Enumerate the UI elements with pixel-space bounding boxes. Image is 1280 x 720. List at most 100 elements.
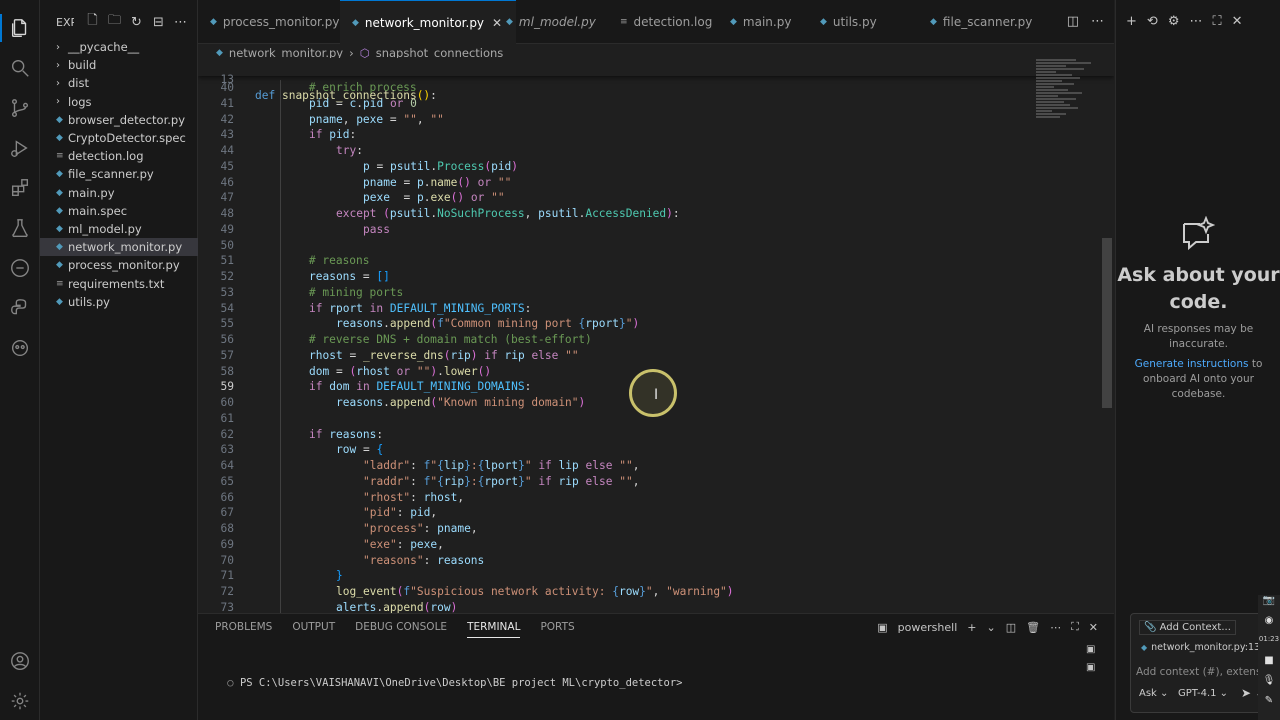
microphone-icon[interactable]: 🎙 [1258,675,1280,695]
panel-tab[interactable]: PORTS [540,621,574,638]
stop-icon[interactable]: ■ [1258,655,1280,675]
code-line[interactable]: 65 "raddr": f"{rip}:{rport}" if rip else… [198,474,1098,490]
code-line[interactable]: 49 pass [198,222,1098,238]
explorer-icon[interactable] [0,8,40,48]
code-line[interactable]: 57 rhost = _reverse_dns(rip) if rip else… [198,348,1098,364]
explorer-item[interactable]: ◆ network_monitor.py [40,238,198,257]
trash-icon[interactable]: 🗑 [1026,621,1040,634]
code-line[interactable]: 62 if reasons: [198,427,1098,443]
code-line[interactable]: 70 "reasons": reasons [198,553,1098,569]
record-icon[interactable]: ◉ [1258,615,1280,635]
explorer-item[interactable]: ◆ main.spec [40,202,198,220]
explorer-item[interactable]: ≡ requirements.txt [40,274,198,292]
terminal-instance-icon[interactable]: ▣ [1086,662,1104,680]
account-icon[interactable] [0,641,40,681]
editor-tab[interactable]: ≡ detection.log [608,0,726,44]
history-icon[interactable]: ⟲ [1147,14,1158,29]
code-line[interactable]: 47 pexe = p.exe() or "" [198,190,1098,206]
chevron-down-icon[interactable]: ⌄ [986,621,995,634]
new-chat-icon[interactable]: + [1126,14,1137,29]
chat-input-placeholder[interactable]: Add context (#), extensions [1136,666,1266,678]
code-line[interactable]: 55 reasons.append(f"Common mining port {… [198,316,1098,332]
explorer-item[interactable]: › dist [40,74,198,92]
code-editor[interactable]: 40 # enrich process 41 pid = c.pid or 0 42… [198,58,1114,613]
maximize-panel-icon[interactable]: ⛶ [1071,620,1079,634]
code-line[interactable]: 56 # reverse DNS + domain match (best-ef… [198,332,1098,348]
panel-tab[interactable]: OUTPUT [292,621,335,638]
explorer-item[interactable]: ◆ file_scanner.py [40,165,198,183]
editor-tab[interactable]: ◆ process_monitor.py [198,0,353,44]
editor-tab[interactable]: ◆ file_scanner.py [918,0,1046,44]
code-line[interactable]: 42 pname, pexe = "", "" [198,112,1098,128]
source-control-icon[interactable] [0,88,40,128]
editor-tab[interactable]: ◆ utils.py [808,0,891,44]
code-line[interactable]: 53 # mining ports [198,285,1098,301]
code-line[interactable]: 51 # reasons [198,253,1098,269]
code-line[interactable]: 63 row = { [198,442,1098,458]
chat-model-select[interactable]: GPT-4.1 ⌄ [1178,688,1228,699]
panel-tab[interactable]: TERMINAL [467,621,521,638]
minimap[interactable] [1036,58,1096,168]
panel-tab[interactable]: DEBUG CONSOLE [355,621,447,638]
code-line[interactable]: 66 "rhost": rhost, [198,490,1098,506]
sticky-scroll-header[interactable]: 13 def snapshot_connections(): [198,58,1114,102]
code-line[interactable]: 46 pname = p.name() or "" [198,175,1098,191]
more-actions-icon[interactable]: ⋯ [172,14,189,31]
explorer-item[interactable]: ◆ main.py [40,184,198,202]
new-terminal-icon[interactable]: + [967,621,976,634]
code-line[interactable]: 73 alerts.append(row) [198,600,1098,613]
new-file-icon[interactable]: 🗋 [84,13,101,31]
pen-icon[interactable]: ✎ [1258,695,1280,715]
terminal-prompt[interactable]: ○ PS C:\Users\VAISHANAVI\OneDrive\Deskto… [202,665,682,701]
refresh-icon[interactable]: ↻ [128,14,145,31]
context-file-chip[interactable]: ◆ network_monitor.py:13... [1141,642,1269,653]
extensions-icon[interactable] [0,168,40,208]
more-actions-icon[interactable]: ⋯ [1189,14,1202,29]
code-line[interactable]: 67 "pid": pid, [198,505,1098,521]
editor-tab[interactable]: ◆ main.py [718,0,805,44]
split-editor-icon[interactable]: ◫ [1067,14,1079,29]
chat-mode-select[interactable]: Ask ⌄ [1139,688,1168,699]
settings-gear-icon[interactable] [0,681,40,720]
generate-instructions-link[interactable]: Generate instructions [1135,358,1249,370]
editor-tab[interactable]: ◆ ml_model.py [494,0,610,44]
code-line[interactable]: 54 if rport in DEFAULT_MINING_PORTS: [198,301,1098,317]
code-line[interactable]: 71 } [198,568,1098,584]
terminal-shell-label[interactable]: powershell [898,621,958,634]
explorer-item[interactable]: ◆ browser_detector.py [40,111,198,129]
remote-explorer-icon[interactable] [0,328,40,368]
explorer-item[interactable]: › logs [40,93,198,111]
more-actions-icon[interactable]: ⋯ [1050,621,1061,634]
close-icon[interactable]: ✕ [1232,14,1243,29]
code-line[interactable]: 43 if pid: [198,127,1098,143]
code-line[interactable]: 45 p = psutil.Process(pid) [198,159,1098,175]
run-debug-icon[interactable] [0,128,40,168]
search-icon[interactable] [0,48,40,88]
explorer-item[interactable]: ≡ detection.log [40,147,198,165]
code-line[interactable]: 64 "laddr": f"{lip}:{lport}" if lip else… [198,458,1098,474]
code-line[interactable]: 52 reasons = [] [198,269,1098,285]
terminal-instance-icon[interactable]: ▣ [1086,644,1104,662]
close-icon[interactable]: ✕ [1089,621,1098,634]
explorer-item[interactable]: ◆ process_monitor.py [40,256,198,274]
code-line[interactable]: 68 "process": pname, [198,521,1098,537]
code-line[interactable]: 44 try: [198,143,1098,159]
editor-scrollbar[interactable] [1102,238,1112,408]
chat-input-box[interactable]: 📎 Add Context... ◆ network_monitor.py:13.… [1130,613,1278,713]
explorer-item[interactable]: ◆ CryptoDetector.spec [40,129,198,147]
code-line[interactable]: 50 [198,238,1098,254]
collapse-all-icon[interactable]: ⊟ [150,14,167,31]
code-line[interactable]: 72 log_event(f"Suspicious network activi… [198,584,1098,600]
explorer-item[interactable]: ◆ ml_model.py [40,220,198,238]
settings-gear-icon[interactable]: ⚙ [1168,14,1180,29]
python-icon[interactable] [0,288,40,328]
testing-icon[interactable] [0,208,40,248]
explorer-item[interactable]: › build [40,56,198,74]
camera-icon[interactable]: 📷 [1258,595,1280,615]
code-line[interactable]: 48 except (psutil.NoSuchProcess, psutil.… [198,206,1098,222]
code-line[interactable]: 69 "exe": pexe, [198,537,1098,553]
json-icon[interactable] [0,248,40,288]
maximize-icon[interactable]: ⛶ [1212,14,1221,29]
more-actions-icon[interactable]: ⋯ [1091,14,1104,29]
new-folder-icon[interactable]: 🗀 [106,13,123,31]
